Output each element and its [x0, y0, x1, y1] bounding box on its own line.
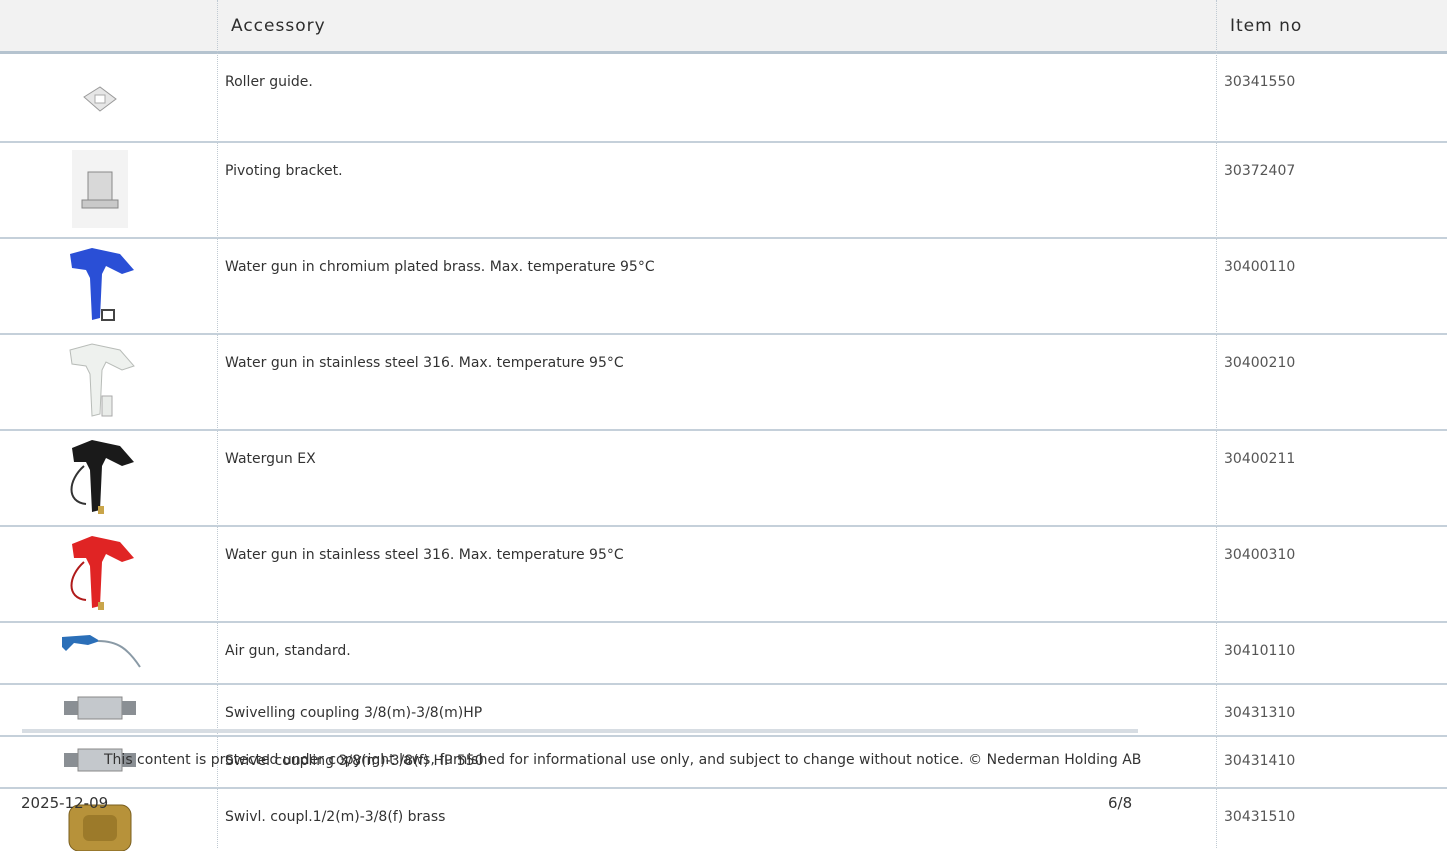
accessory-column-header: Accessory [231, 16, 326, 36]
table-row: Air gun, standard. 30410110 [0, 623, 1447, 685]
item-number: 30400210 [1224, 355, 1296, 371]
accessory-description: Pivoting bracket. [225, 163, 343, 179]
roller-guide-icon [50, 79, 150, 119]
table-row: Water gun in stainless steel 316. Max. t… [0, 527, 1447, 623]
table-row: Water gun in chromium plated brass. Max.… [0, 239, 1447, 335]
item-number: 30431410 [1224, 753, 1296, 769]
table-row: Watergun EX 30400211 [0, 431, 1447, 527]
accessory-description: Air gun, standard. [225, 643, 351, 659]
table-row: Pivoting bracket. 30372407 [0, 143, 1447, 239]
item-number: 30400310 [1224, 547, 1296, 563]
blue-water-gun-icon [50, 243, 150, 325]
accessory-description: Swivelling coupling 3/8(m)-3/8(m)HP [225, 705, 483, 721]
item-number: 30341550 [1224, 74, 1296, 90]
footer-date: 2025-12-09 [21, 794, 109, 812]
accessory-description: Water gun in stainless steel 316. Max. t… [225, 547, 624, 563]
accessory-description: Water gun in stainless steel 316. Max. t… [225, 355, 624, 371]
item-number: 30410110 [1224, 643, 1296, 659]
table-row: Swivl. coupl.1/2(m)-3/8(f) brass 3043151… [0, 789, 1447, 851]
accessory-description: Swivl. coupl.1/2(m)-3/8(f) brass [225, 809, 446, 825]
item-number: 30372407 [1224, 163, 1296, 179]
page-number: 6/8 [1108, 794, 1133, 812]
footer-copyright-notice: This content is protected under copyrigh… [104, 752, 1142, 768]
air-gun-icon [50, 629, 150, 673]
table-row: Water gun in stainless steel 316. Max. t… [0, 335, 1447, 431]
accessory-description: Water gun in chromium plated brass. Max.… [225, 259, 655, 275]
table-row: Roller guide. 30341550 [0, 54, 1447, 143]
swivel-coupling-icon [50, 693, 150, 723]
accessory-description: Roller guide. [225, 74, 313, 90]
item-no-column-header: Item no [1230, 16, 1303, 36]
footer-divider [22, 729, 1138, 733]
item-number: 30431510 [1224, 809, 1296, 825]
item-number: 30431310 [1224, 705, 1296, 721]
item-number: 30400211 [1224, 451, 1296, 467]
accessory-description: Watergun EX [225, 451, 316, 467]
black-water-gun-icon [50, 435, 150, 517]
pivoting-bracket-icon [50, 149, 150, 229]
item-number: 30400110 [1224, 259, 1296, 275]
red-water-gun-icon [50, 531, 150, 613]
white-water-gun-icon [50, 339, 150, 421]
